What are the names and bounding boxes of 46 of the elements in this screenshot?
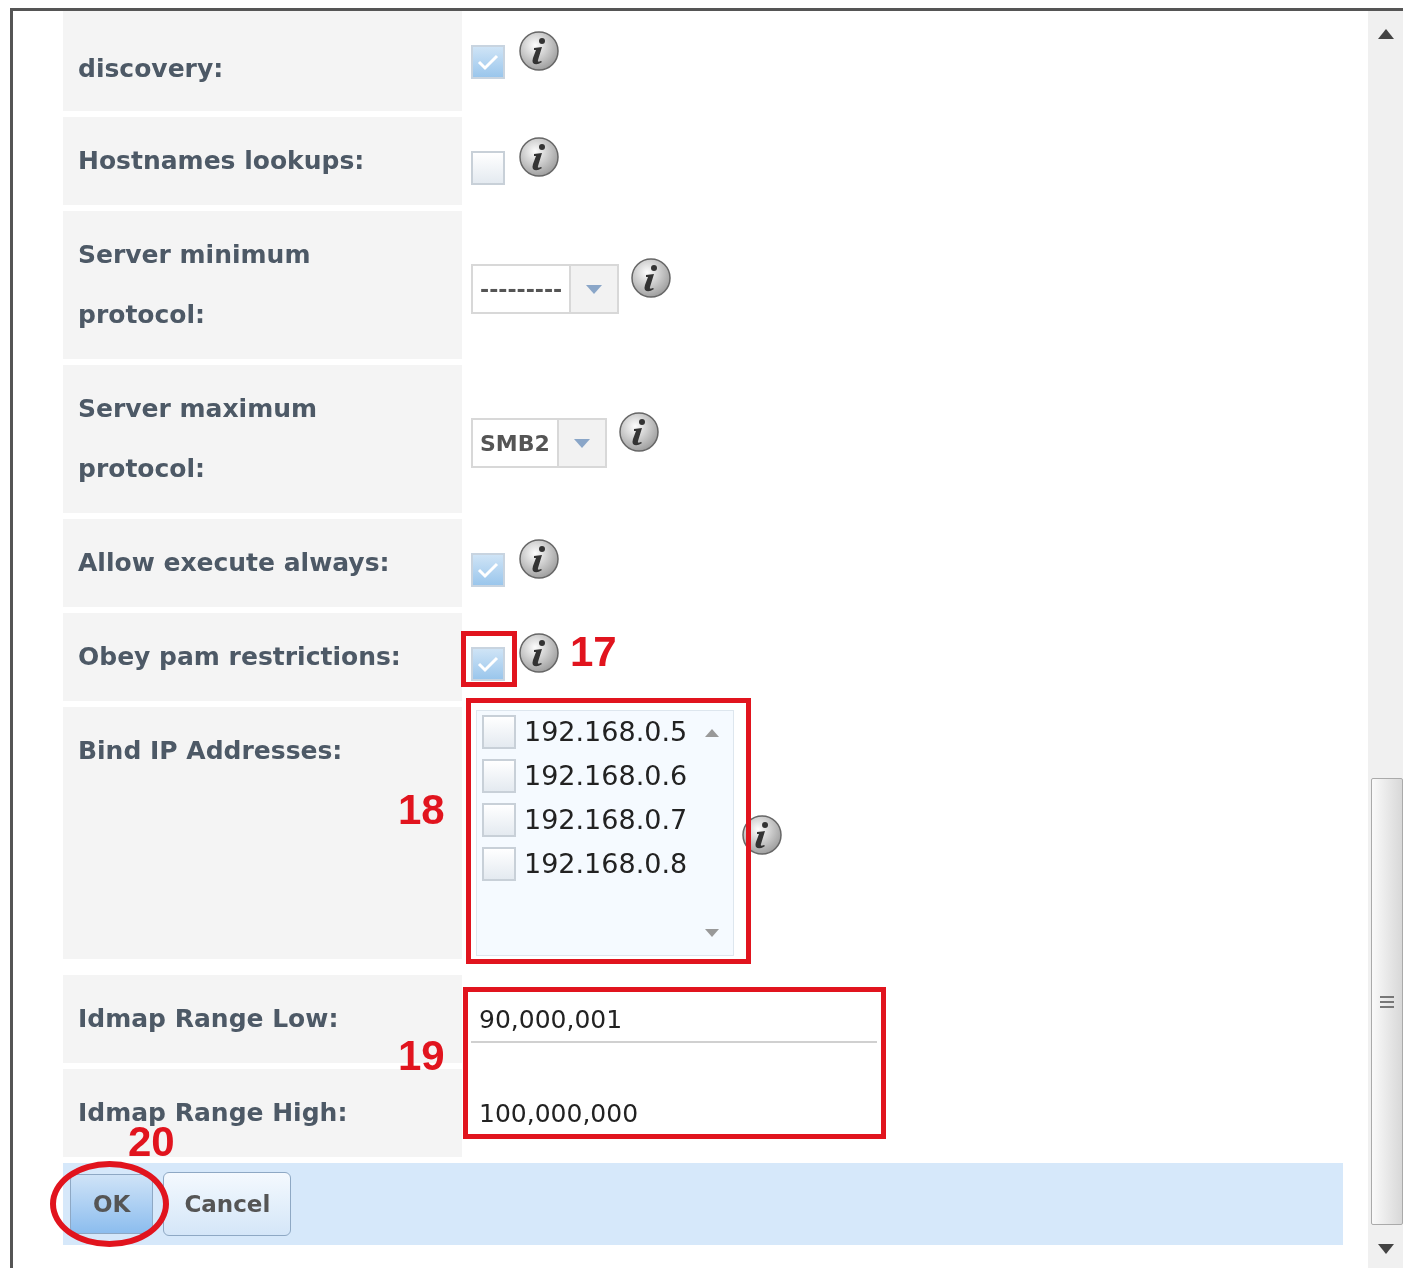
annotation-number: 17: [570, 632, 617, 672]
annotation-number: 19: [398, 1036, 445, 1076]
field-label: Bind IP Addresses:: [78, 736, 343, 766]
info-icon[interactable]: [519, 539, 559, 579]
checkmark-icon: [477, 655, 499, 673]
checkbox[interactable]: [482, 847, 516, 881]
checkmark-icon: [477, 53, 499, 71]
grip-icon: [1379, 994, 1395, 1009]
info-icon[interactable]: [742, 814, 782, 855]
scroll-down-arrow-icon[interactable]: [1377, 1244, 1394, 1254]
checkbox[interactable]: [482, 759, 516, 793]
field-label: Hostnames lookups:: [78, 146, 365, 176]
info-icon[interactable]: [519, 137, 559, 177]
field-label: Server maximum protocol:: [78, 393, 319, 485]
ip-address-option[interactable]: 192.168.0.7: [524, 803, 688, 837]
ip-address-option[interactable]: 192.168.0.6: [524, 759, 688, 793]
field-label: Server minimum protocol:: [78, 239, 312, 331]
field-label: Idmap Range Low:: [78, 1004, 339, 1034]
dropdown[interactable]: ---------: [471, 264, 620, 314]
field-label: Idmap Range High:: [78, 1098, 348, 1127]
checkbox[interactable]: [471, 45, 505, 79]
cancel-button[interactable]: Cancel: [163, 1172, 292, 1236]
field-label: Allow execute always:: [78, 548, 390, 578]
dropdown[interactable]: SMB2: [471, 418, 607, 468]
info-icon[interactable]: [519, 633, 559, 673]
ip-address-option[interactable]: 192.168.0.5: [524, 715, 688, 749]
ok-button[interactable]: OK: [70, 1174, 154, 1234]
field-label: Obey pam restrictions:: [78, 642, 401, 672]
checkbox[interactable]: [471, 647, 505, 681]
info-icon[interactable]: [618, 412, 659, 452]
annotation-number: 18: [398, 790, 445, 830]
ip-address-option[interactable]: 192.168.0.8: [524, 847, 688, 881]
field-label: discovery:: [78, 54, 224, 84]
checkmark-icon: [477, 561, 499, 579]
checkbox[interactable]: [482, 715, 516, 749]
info-icon[interactable]: [631, 258, 672, 298]
scrollbar[interactable]: [1368, 11, 1403, 1268]
checkbox[interactable]: [482, 803, 516, 837]
caret-icon: [573, 438, 590, 448]
scroll-up-arrow-icon[interactable]: [1377, 29, 1394, 39]
annotation-frame: [461, 631, 517, 687]
caret-icon: [586, 284, 603, 294]
scrollbar-thumb[interactable]: [1371, 778, 1403, 1225]
checkbox[interactable]: [471, 553, 505, 587]
info-icon[interactable]: [519, 31, 559, 71]
checkbox[interactable]: [471, 151, 505, 185]
